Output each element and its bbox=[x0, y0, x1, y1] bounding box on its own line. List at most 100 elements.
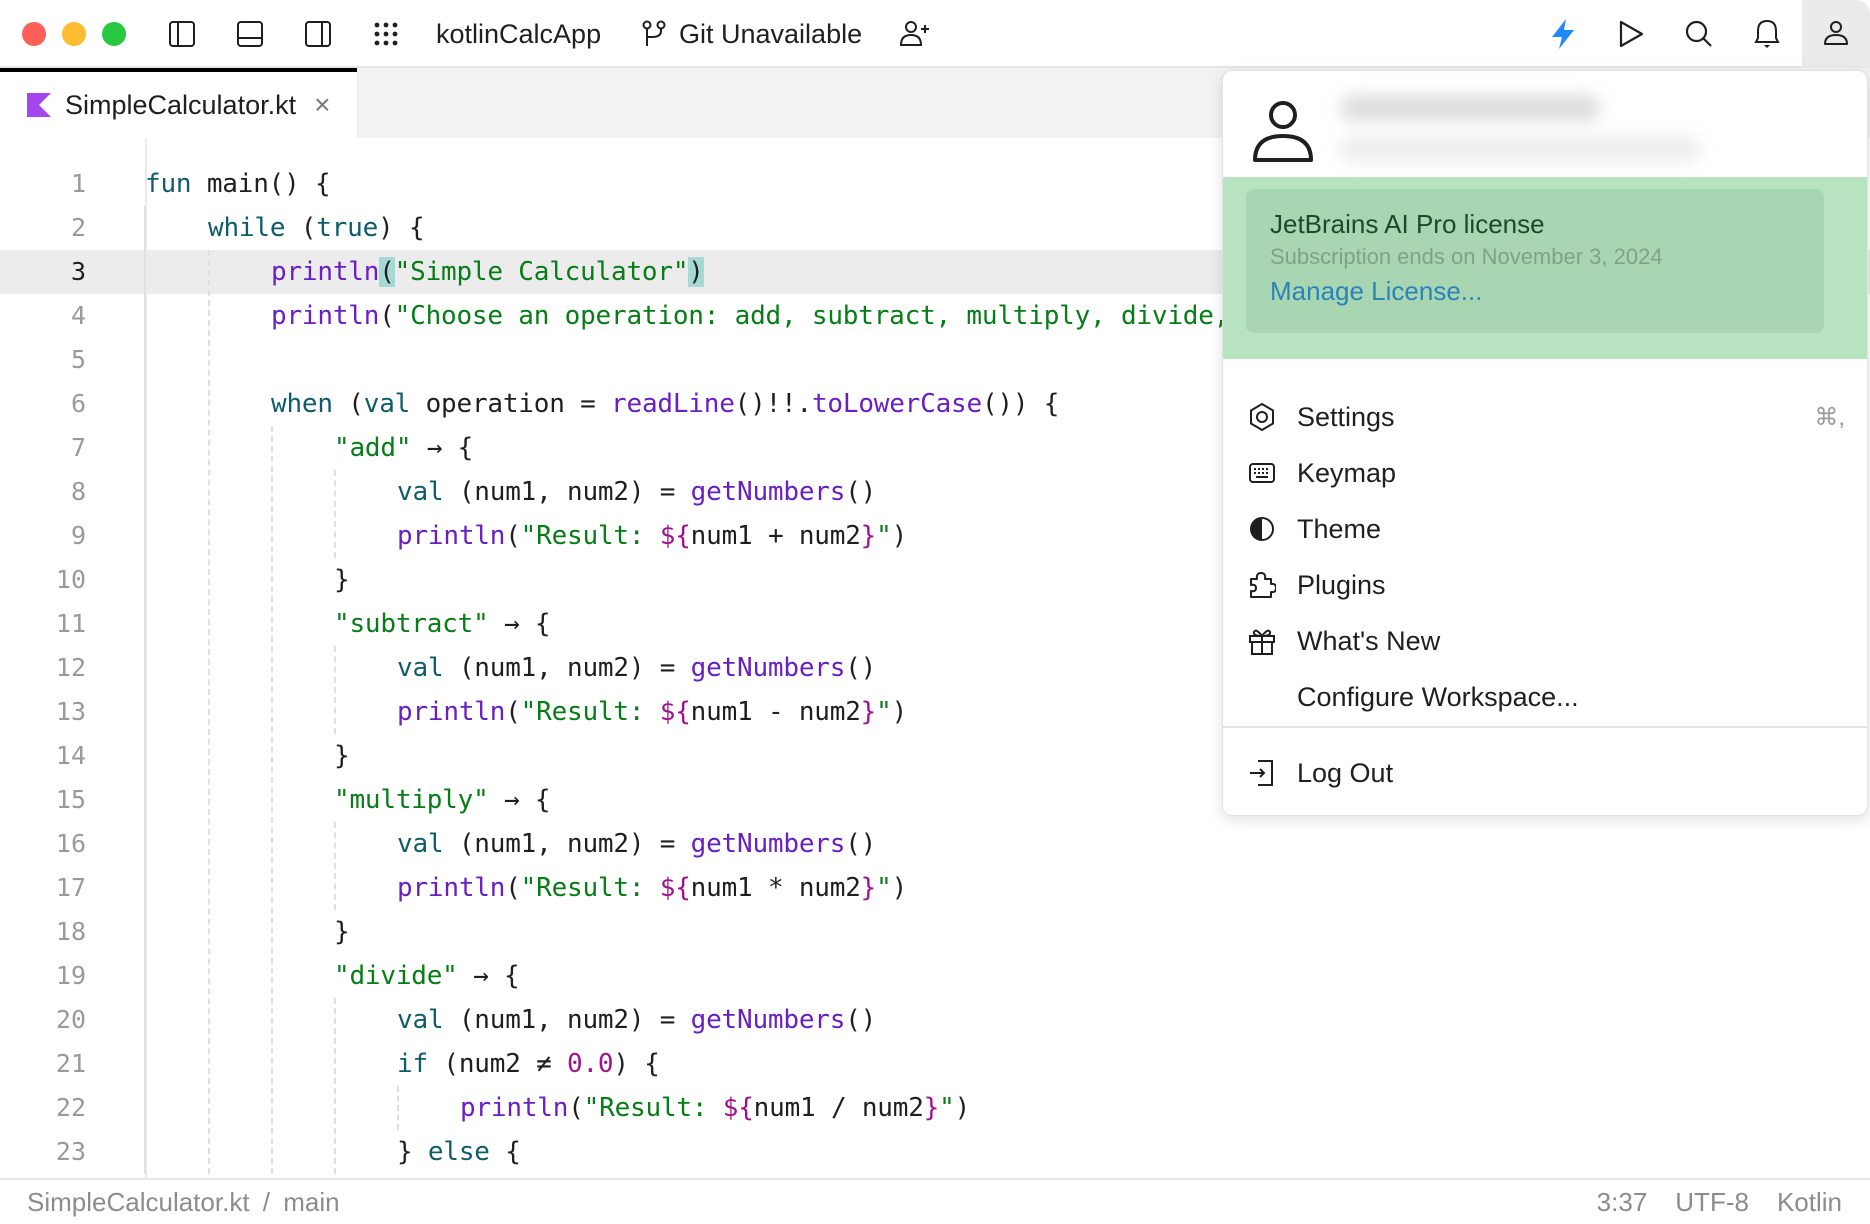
vcs-status[interactable]: Git Unavailable bbox=[679, 17, 862, 51]
indent-guide bbox=[144, 206, 146, 1174]
line-number[interactable]: 23 bbox=[0, 1130, 86, 1174]
toggle-left-panel-button[interactable] bbox=[165, 17, 199, 51]
line-number[interactable]: 12 bbox=[0, 646, 86, 690]
indent-guide bbox=[334, 822, 336, 910]
redacted-user-name bbox=[1340, 95, 1600, 121]
line-number[interactable]: 19 bbox=[0, 954, 86, 998]
notifications-button[interactable] bbox=[1750, 17, 1784, 51]
code-text: println("Result: ${num1 * num2}") bbox=[397, 866, 907, 910]
line-number[interactable]: 17 bbox=[0, 866, 86, 910]
code-token: ${ bbox=[659, 521, 691, 551]
line-number[interactable]: 11 bbox=[0, 602, 86, 646]
code-token: ) bbox=[954, 1093, 971, 1123]
menu-item-label: Settings bbox=[1297, 401, 1395, 432]
code-line[interactable]: 21 if (num2 ≠ 0.0) { bbox=[0, 1042, 1870, 1086]
code-token: num1 - num2 bbox=[690, 697, 861, 727]
code-token: ${ bbox=[659, 697, 691, 727]
code-token: " bbox=[876, 697, 892, 727]
line-number[interactable]: 10 bbox=[0, 558, 86, 602]
project-name[interactable]: kotlinCalcApp bbox=[436, 17, 601, 51]
line-number[interactable]: 3 bbox=[0, 250, 86, 294]
menu-item-keymap[interactable]: Keymap bbox=[1223, 445, 1867, 501]
code-token: println bbox=[397, 873, 506, 903]
line-number[interactable]: 7 bbox=[0, 426, 86, 470]
line-number[interactable]: 6 bbox=[0, 382, 86, 426]
code-line[interactable]: 22 println("Result: ${num1 / num2}") bbox=[0, 1086, 1870, 1130]
code-token: toLowerCase bbox=[811, 389, 982, 419]
avatar-icon bbox=[1253, 101, 1313, 162]
menu-item-plugins[interactable]: Plugins bbox=[1223, 557, 1867, 613]
line-number[interactable]: 18 bbox=[0, 910, 86, 954]
code-token: } bbox=[334, 741, 350, 771]
code-line[interactable]: 18} bbox=[0, 910, 1870, 954]
manage-license-link[interactable]: Manage License... bbox=[1270, 273, 1800, 309]
code-token: (num1, num2) = bbox=[458, 477, 691, 507]
line-number[interactable]: 4 bbox=[0, 294, 86, 338]
code-line[interactable]: 16 val (num1, num2) = getNumbers() bbox=[0, 822, 1870, 866]
menu-item-label: Keymap bbox=[1297, 457, 1397, 488]
code-token: println bbox=[460, 1093, 569, 1123]
toggle-bottom-panel-button[interactable] bbox=[233, 17, 267, 51]
code-token: ( bbox=[568, 1093, 584, 1123]
breadcrumb-function[interactable]: main bbox=[283, 1187, 339, 1217]
line-number[interactable]: 13 bbox=[0, 690, 86, 734]
code-line[interactable]: 20 val (num1, num2) = getNumbers() bbox=[0, 998, 1870, 1042]
code-token: "multiply" bbox=[334, 785, 489, 815]
code-token: ) bbox=[891, 697, 908, 727]
window-zoom-button[interactable] bbox=[102, 22, 126, 46]
settings-icon bbox=[1250, 402, 1274, 432]
indent-guide bbox=[334, 998, 336, 1174]
code-token: val bbox=[397, 477, 459, 507]
caret-position[interactable]: 3:37 bbox=[1597, 1180, 1648, 1224]
line-number[interactable]: 2 bbox=[0, 206, 86, 250]
code-text: } bbox=[334, 558, 350, 602]
breadcrumb-separator: / bbox=[262, 1187, 271, 1217]
code-text: "add" → { bbox=[334, 426, 473, 470]
ai-assistant-button[interactable] bbox=[1546, 17, 1580, 51]
menu-item-configure-workspace[interactable]: Configure Workspace... bbox=[1223, 669, 1867, 725]
breadcrumb-file[interactable]: SimpleCalculator.kt bbox=[27, 1187, 250, 1217]
code-token: } bbox=[334, 565, 350, 595]
user-icon bbox=[1824, 21, 1848, 45]
search-icon bbox=[1685, 20, 1712, 47]
search-button[interactable] bbox=[1682, 17, 1716, 51]
line-number[interactable]: 21 bbox=[0, 1042, 86, 1086]
line-number[interactable]: 16 bbox=[0, 822, 86, 866]
code-line[interactable]: 19 "divide" → { bbox=[0, 954, 1870, 998]
line-number[interactable]: 14 bbox=[0, 734, 86, 778]
line-number[interactable]: 8 bbox=[0, 470, 86, 514]
code-token: "Result: bbox=[520, 521, 660, 551]
code-token: } bbox=[860, 873, 877, 903]
indent-guide bbox=[334, 646, 336, 734]
line-number[interactable]: 5 bbox=[0, 338, 86, 382]
vcs-branch-icon-wrap[interactable] bbox=[637, 17, 671, 51]
code-text: println("Simple Calculator") bbox=[271, 250, 704, 294]
window-minimize-button[interactable] bbox=[62, 22, 86, 46]
line-number[interactable]: 1 bbox=[0, 162, 86, 206]
editor-tab[interactable]: SimpleCalculator.kt × bbox=[0, 68, 357, 138]
menu-item-theme[interactable]: Theme bbox=[1223, 501, 1867, 557]
menu-item-settings[interactable]: Settings ⌘, bbox=[1223, 389, 1867, 445]
run-button[interactable] bbox=[1614, 17, 1648, 51]
line-number[interactable]: 20 bbox=[0, 998, 86, 1042]
add-user-icon bbox=[899, 21, 929, 46]
menu-item-log-out[interactable]: Log Out bbox=[1223, 745, 1867, 801]
line-number[interactable]: 9 bbox=[0, 514, 86, 558]
account-button[interactable] bbox=[1802, 0, 1870, 68]
close-tab-icon[interactable]: × bbox=[314, 91, 330, 119]
line-number[interactable]: 15 bbox=[0, 778, 86, 822]
code-token: val bbox=[397, 829, 459, 859]
plugins-icon bbox=[1250, 572, 1276, 598]
lightning-icon bbox=[1552, 19, 1574, 49]
invite-collaborator-button[interactable] bbox=[898, 17, 932, 51]
line-number[interactable]: 22 bbox=[0, 1086, 86, 1130]
file-language[interactable]: Kotlin bbox=[1777, 1180, 1842, 1224]
file-encoding[interactable]: UTF-8 bbox=[1675, 1180, 1749, 1224]
code-line[interactable]: 17 println("Result: ${num1 * num2}") bbox=[0, 866, 1870, 910]
window-close-button[interactable] bbox=[22, 22, 46, 46]
toggle-right-panel-button[interactable] bbox=[301, 17, 335, 51]
code-line[interactable]: 23} else { bbox=[0, 1130, 1870, 1174]
code-text: "divide" → { bbox=[334, 954, 520, 998]
menu-item-whats-new[interactable]: What's New bbox=[1223, 613, 1867, 669]
main-menu-button[interactable] bbox=[369, 17, 403, 51]
